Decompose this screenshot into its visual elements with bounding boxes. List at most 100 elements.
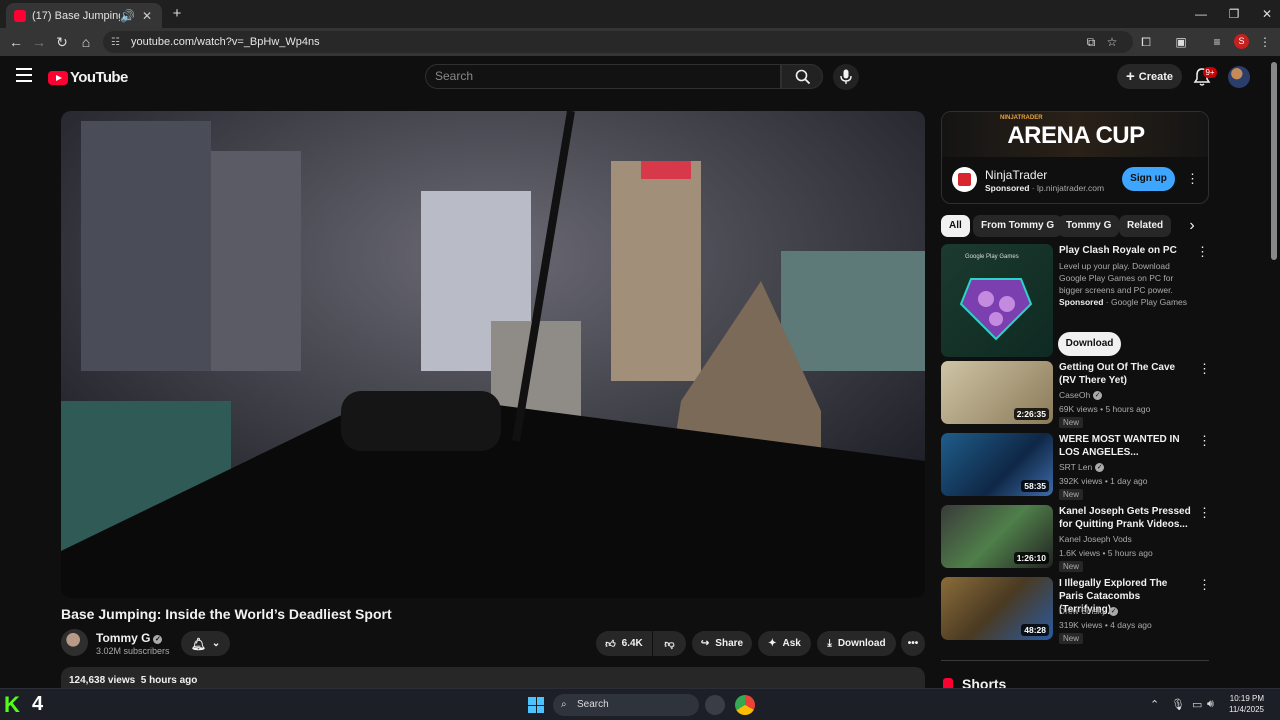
promo-thumbnail[interactable]: Google Play Games — [941, 244, 1053, 357]
rec-thumbnail[interactable]: 48:28 — [941, 577, 1053, 640]
promo-sponsored-line: Sponsored · Google Play Games — [1059, 297, 1188, 307]
ad-more-icon[interactable]: ⋮ — [1186, 171, 1199, 187]
close-window-button[interactable]: ✕ — [1250, 4, 1280, 24]
plus-icon: + — [1125, 68, 1135, 85]
create-label: Create — [1138, 70, 1173, 83]
url-text: youtube.com/watch?v=_BpHw_Wp4ns — [131, 36, 320, 48]
new-tab-button[interactable]: + — [168, 5, 186, 23]
chrome-taskbar-icon[interactable] — [735, 695, 755, 715]
browser-menu-icon[interactable]: ⋮ — [1256, 33, 1274, 51]
voice-search-button[interactable] — [833, 64, 859, 90]
rec-more-icon[interactable]: ⋮ — [1198, 505, 1211, 521]
hamburger-menu-icon[interactable] — [16, 68, 32, 82]
split-view-icon[interactable]: ▣ — [1172, 33, 1190, 51]
new-badge: New — [1059, 417, 1084, 428]
rec-title[interactable]: Kanel Joseph Gets Pressed for Quitting P… — [1059, 505, 1191, 531]
promo-download-button[interactable]: Download — [1058, 332, 1121, 356]
bell-icon: 🔔︎ — [190, 636, 206, 651]
rec-channel[interactable]: SRT Len ✓ — [1059, 462, 1105, 472]
video-player[interactable] — [61, 111, 925, 598]
ad-signup-button[interactable]: Sign up — [1122, 167, 1175, 191]
youtube-header: YouTube Search + Create 9+ — [0, 56, 1280, 100]
taskbar-clock[interactable]: 10:19 PM 11/4/2025 — [1224, 693, 1264, 715]
more-actions-button[interactable]: ••• — [901, 631, 925, 656]
promo-title[interactable]: Play Clash Royale on PC — [1059, 244, 1191, 257]
page-scrollbar[interactable] — [1271, 62, 1277, 260]
browser-toolbar: ← → ↻ ⌂ ☷ youtube.com/watch?v=_BpHw_Wp4n… — [0, 28, 1280, 56]
maximize-button[interactable]: ❐ — [1217, 4, 1251, 24]
volume-tray-icon[interactable]: 🔊︎ — [1207, 698, 1214, 711]
rec-channel[interactable]: Drew Binsky ✓ — [1059, 606, 1119, 616]
chip-tommy-g[interactable]: Tommy G — [1058, 215, 1120, 237]
download-button[interactable]: ⤓ Download — [817, 631, 896, 656]
channel-name[interactable]: Tommy G ✓ — [96, 631, 163, 645]
install-app-icon[interactable]: ⧉ — [1082, 33, 1100, 51]
chip-related[interactable]: Related — [1119, 215, 1172, 237]
like-button[interactable]: 👍︎ 6.4K — [596, 631, 652, 656]
channel-avatar[interactable] — [61, 629, 88, 656]
rec-thumbnail[interactable]: 1:26:10 — [941, 505, 1053, 568]
verified-check-icon: ✓ — [153, 635, 163, 644]
rec-more-icon[interactable]: ⋮ — [1198, 361, 1211, 377]
ask-label: Ask — [782, 638, 801, 649]
search-button[interactable] — [781, 64, 823, 89]
rec-more-icon[interactable]: ⋮ — [1198, 433, 1211, 449]
rec-channel[interactable]: Kanel Joseph Vods — [1059, 534, 1132, 544]
verified-check-icon: ✓ — [1109, 607, 1119, 616]
rec-title[interactable]: Getting Out Of The Cave (RV There Yet) — [1059, 361, 1191, 387]
network-tray-icon[interactable]: ▭ — [1192, 698, 1202, 711]
youtube-logo[interactable]: YouTube — [48, 69, 128, 86]
rec-channel[interactable]: CaseOh ✓ — [1059, 390, 1103, 400]
minimize-button[interactable]: — — [1184, 4, 1218, 24]
reload-button[interactable]: ↻ — [52, 32, 72, 52]
new-badge: New — [1059, 633, 1084, 644]
youtube-play-icon — [48, 70, 68, 85]
site-info-icon[interactable]: ☷ — [111, 37, 123, 48]
video-duration: 58:35 — [1021, 480, 1049, 492]
youtube-favicon-icon — [14, 9, 26, 22]
search-icon — [795, 69, 811, 85]
subscribed-bell-button[interactable]: 🔔︎ ⌄ — [181, 631, 230, 656]
home-button[interactable]: ⌂ — [76, 32, 96, 52]
taskbar-search-label: Search — [577, 699, 609, 710]
browser-profile-avatar[interactable]: S — [1234, 34, 1249, 49]
extensions-icon[interactable]: ⧠ — [1137, 33, 1155, 51]
video-duration: 1:26:10 — [1013, 552, 1049, 564]
rec-thumbnail[interactable]: 2:26:35 — [941, 361, 1053, 424]
ad-advertiser: NinjaTrader — [985, 168, 1048, 182]
share-button[interactable]: ↪ Share — [692, 631, 752, 656]
tab-title: (17) Base Jumping: Inside th — [32, 9, 120, 22]
ask-button[interactable]: ✦ Ask — [758, 631, 811, 656]
taskbar-app-icon[interactable] — [705, 695, 725, 715]
bookmark-star-icon[interactable]: ☆ — [1103, 33, 1121, 51]
forward-button[interactable]: → — [29, 32, 49, 52]
address-bar[interactable]: ☷ youtube.com/watch?v=_BpHw_Wp4ns — [103, 31, 1133, 53]
ad-banner-text: ARENA CUP — [1007, 122, 1145, 149]
media-controls-icon[interactable]: ≡ — [1208, 33, 1226, 51]
taskbar-search[interactable]: ⌕ Search — [553, 694, 699, 716]
create-button[interactable]: + Create — [1117, 64, 1182, 89]
browser-tab[interactable]: (17) Base Jumping: Inside th 🔊 ✕ — [6, 3, 162, 28]
search-input[interactable]: Search — [425, 64, 781, 89]
chips-next-chevron-icon[interactable]: › — [1187, 218, 1197, 234]
verified-check-icon: ✓ — [1093, 391, 1103, 400]
close-tab-icon[interactable]: ✕ — [140, 9, 154, 23]
ninjatrader-logo-icon — [952, 167, 977, 192]
windows-start-icon[interactable] — [528, 697, 544, 713]
promo-more-icon[interactable]: ⋮ — [1196, 244, 1209, 260]
rec-meta: 319K views • 4 days ago — [1059, 620, 1152, 630]
sponsored-ad-card[interactable]: NINJATRADER ARENA CUP NinjaTrader Sponso… — [941, 111, 1209, 204]
back-button[interactable]: ← — [6, 32, 26, 52]
chip-from-tommy-g[interactable]: From Tommy G — [973, 215, 1063, 237]
rec-more-icon[interactable]: ⋮ — [1198, 577, 1211, 593]
chip-all[interactable]: All — [941, 215, 970, 237]
chevron-down-icon: ⌄ — [211, 638, 221, 649]
tray-chevron-icon[interactable]: ⌃ — [1150, 698, 1159, 711]
dislike-button[interactable]: 👎︎ — [653, 631, 686, 656]
clash-royale-art-icon — [959, 278, 1033, 341]
speaker-icon[interactable]: 🔊 — [120, 9, 135, 23]
mic-tray-icon[interactable]: 🎙︎ — [1171, 698, 1185, 711]
rec-title[interactable]: WERE MOST WANTED IN LOS ANGELES... — [1059, 433, 1191, 459]
rec-thumbnail[interactable]: 58:35 — [941, 433, 1053, 496]
account-avatar[interactable] — [1228, 66, 1250, 88]
